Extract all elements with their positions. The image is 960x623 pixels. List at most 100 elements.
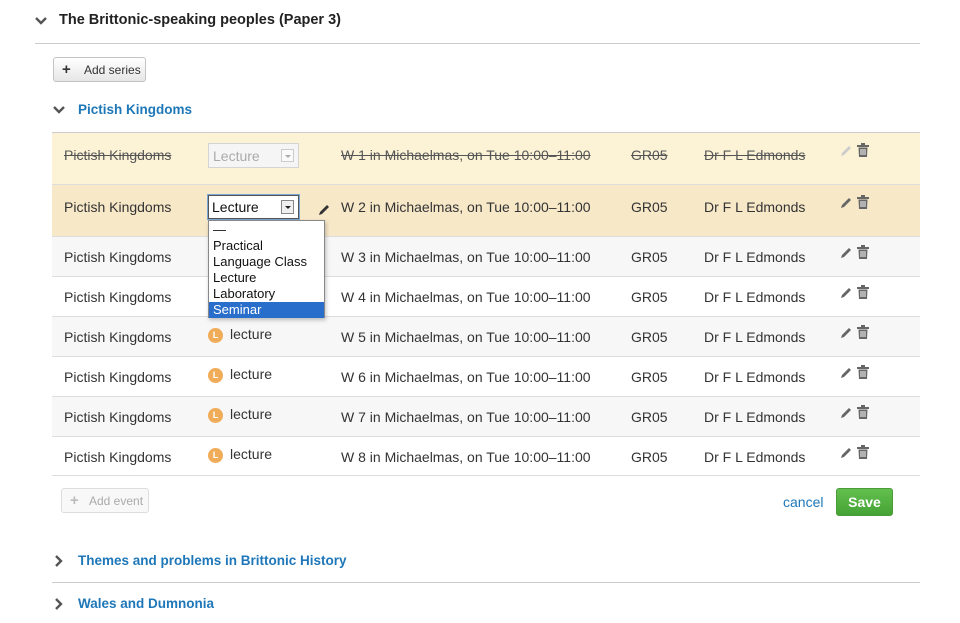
event-staff: Dr F L Edmonds (704, 329, 806, 345)
lecture-badge-icon: L (208, 328, 223, 343)
pencil-icon[interactable] (839, 406, 853, 420)
event-title: Pictish Kingdoms (64, 199, 172, 215)
pencil-icon[interactable] (839, 196, 853, 210)
event-when: W 7 in Michaelmas, on Tue 10:00–11:00 (341, 409, 591, 425)
event-type-label: lecture (230, 366, 273, 382)
series-header[interactable]: Themes and problems in Brittonic History (52, 551, 552, 571)
event-type-label: lecture (230, 326, 273, 342)
lecture-badge-icon: L (208, 408, 223, 423)
dropdown-option-seminar[interactable]: Seminar (209, 302, 324, 318)
series-header[interactable]: Pictish Kingdoms (52, 100, 452, 120)
series-title[interactable]: Themes and problems in Brittonic History (78, 553, 347, 568)
trash-icon[interactable] (857, 285, 869, 299)
pencil-icon[interactable] (839, 326, 853, 340)
add-series-label: Add series (84, 63, 141, 77)
pencil-icon[interactable] (839, 446, 853, 460)
series-header[interactable]: Wales and Dumnonia (52, 594, 552, 614)
chevron-down-icon[interactable] (52, 103, 66, 117)
table-row[interactable]: Pictish Kingdoms Llecture W 5 in Michael… (52, 316, 920, 356)
event-location: GR05 (631, 449, 668, 465)
pencil-icon[interactable] (839, 246, 853, 260)
event-location: GR05 (631, 329, 668, 345)
event-staff: Dr F L Edmonds (704, 369, 806, 385)
event-location: GR05 (631, 199, 668, 215)
event-type-label: lecture (230, 446, 273, 462)
event-title: Pictish Kingdoms (64, 329, 172, 345)
dropdown-option-laboratory[interactable]: Laboratory (209, 286, 324, 302)
series-title[interactable]: Wales and Dumnonia (78, 596, 214, 611)
event-location: GR05 (631, 147, 668, 163)
event-type: Llecture (208, 366, 272, 383)
event-when: W 8 in Michaelmas, on Tue 10:00–11:00 (341, 449, 591, 465)
plus-icon: + (62, 61, 71, 78)
trash-icon[interactable] (857, 405, 869, 419)
trash-icon[interactable] (857, 195, 869, 209)
event-staff: Dr F L Edmonds (704, 147, 806, 163)
event-staff: Dr F L Edmonds (704, 449, 806, 465)
table-row[interactable]: Pictish Kingdoms Llecture W 8 in Michael… (52, 436, 920, 476)
paper-header[interactable]: The Brittonic-speaking peoples (Paper 3) (0, 0, 960, 44)
lecture-badge-icon: L (208, 368, 223, 383)
plus-icon: + (70, 492, 79, 509)
lecture-badge-icon: L (208, 448, 223, 463)
header-divider (35, 43, 920, 44)
dropdown-option-practical[interactable]: Practical (209, 238, 324, 254)
chevron-right-icon[interactable] (52, 597, 66, 611)
add-event-button[interactable]: + Add event (61, 488, 149, 513)
table-row[interactable]: Pictish Kingdoms Llecture W 6 in Michael… (52, 356, 920, 396)
table-row[interactable]: Pictish Kingdoms Llecture W 3 in Michael… (52, 236, 920, 276)
table-row[interactable]: Pictish Kingdoms Lecture W 1 in Michaelm… (52, 132, 920, 184)
event-location: GR05 (631, 289, 668, 305)
paper-title: The Brittonic-speaking peoples (Paper 3) (59, 12, 341, 28)
event-when: W 4 in Michaelmas, on Tue 10:00–11:00 (341, 289, 591, 305)
trash-icon[interactable] (857, 325, 869, 339)
event-title: Pictish Kingdoms (64, 249, 172, 265)
event-type: Llecture (208, 406, 272, 423)
event-when: W 5 in Michaelmas, on Tue 10:00–11:00 (341, 329, 591, 345)
event-when: W 1 in Michaelmas, on Tue 10:00–11:00 (341, 147, 591, 163)
cancel-link[interactable]: cancel (783, 494, 823, 510)
trash-icon[interactable] (857, 143, 869, 157)
trash-icon[interactable] (857, 365, 869, 379)
table-row[interactable]: Pictish Kingdoms Llecture W 7 in Michael… (52, 396, 920, 436)
event-title: Pictish Kingdoms (64, 289, 172, 305)
event-title: Pictish Kingdoms (64, 369, 172, 385)
select-arrow-icon (281, 200, 294, 214)
dropdown-option-language-class[interactable]: Language Class (209, 254, 324, 270)
event-type-dropdown[interactable]: — Practical Language Class Lecture Labor… (208, 220, 325, 318)
event-location: GR05 (631, 409, 668, 425)
event-staff: Dr F L Edmonds (704, 289, 806, 305)
event-title: Pictish Kingdoms (64, 409, 172, 425)
event-staff: Dr F L Edmonds (704, 199, 806, 215)
event-title: Pictish Kingdoms (64, 449, 172, 465)
pencil-icon[interactable] (317, 203, 331, 217)
pencil-icon[interactable] (839, 366, 853, 380)
chevron-right-icon[interactable] (52, 554, 66, 568)
event-location: GR05 (631, 249, 668, 265)
add-series-button[interactable]: + Add series (53, 57, 146, 82)
dropdown-option-none[interactable]: — (209, 222, 324, 238)
pencil-icon[interactable] (839, 144, 853, 158)
series-divider (52, 582, 920, 583)
event-type: Llecture (208, 326, 272, 343)
event-type-select[interactable]: Lecture (207, 194, 300, 220)
event-title: Pictish Kingdoms (64, 147, 172, 163)
save-button[interactable]: Save (836, 488, 893, 516)
event-when: W 3 in Michaelmas, on Tue 10:00–11:00 (341, 249, 591, 265)
event-location: GR05 (631, 369, 668, 385)
chevron-down-icon[interactable] (34, 14, 48, 28)
trash-icon[interactable] (857, 245, 869, 259)
series-title[interactable]: Pictish Kingdoms (78, 102, 192, 117)
dropdown-option-lecture[interactable]: Lecture (209, 270, 324, 286)
event-type-select: Lecture (208, 143, 299, 168)
event-type-label: lecture (230, 406, 273, 422)
table-row[interactable]: Pictish Kingdoms Lecture W 2 in Michaelm… (52, 184, 920, 236)
pencil-icon[interactable] (839, 286, 853, 300)
select-arrow-icon (281, 149, 294, 162)
event-type: Llecture (208, 446, 272, 463)
trash-icon[interactable] (857, 445, 869, 459)
event-type-value: Lecture (212, 199, 259, 215)
add-event-label: Add event (89, 494, 144, 508)
event-type-value: Lecture (213, 148, 260, 164)
table-row[interactable]: Pictish Kingdoms Llecture W 4 in Michael… (52, 276, 920, 316)
